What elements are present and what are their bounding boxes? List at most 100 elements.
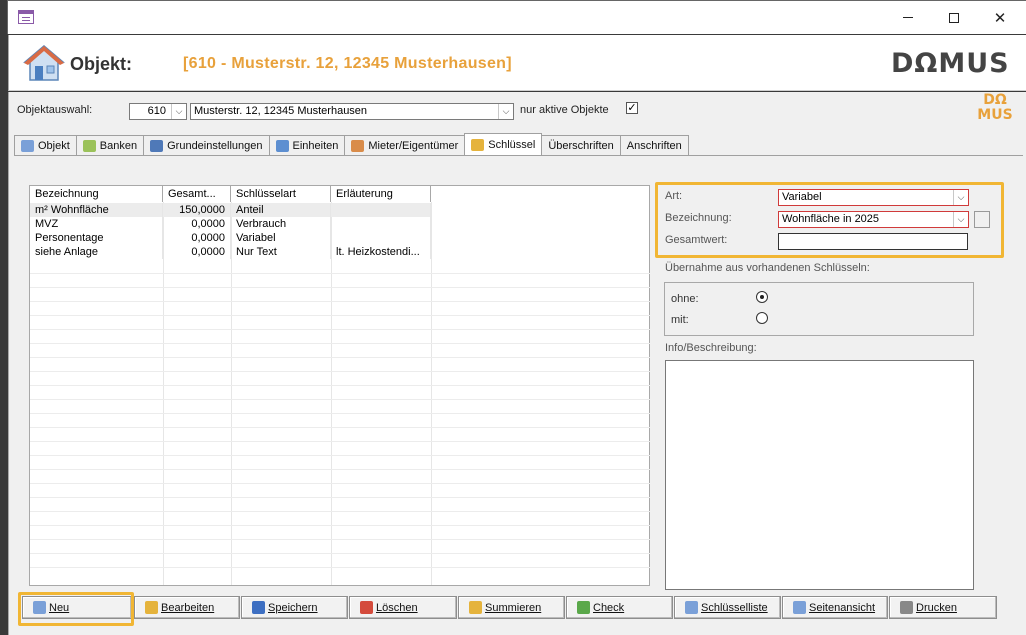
delete-icon xyxy=(360,601,373,614)
tab-objekt[interactable]: Objekt xyxy=(14,135,77,156)
house-icon xyxy=(21,140,34,152)
close-button[interactable]: ✕ xyxy=(977,1,1023,34)
minimize-button[interactable] xyxy=(885,1,931,34)
button-label: Drucken xyxy=(916,601,957,614)
main-area: Objektauswahl: 610 ⌵ Musterstr. 12, 1234… xyxy=(8,92,1026,635)
chevron-down-icon[interactable]: ⌵ xyxy=(953,190,968,205)
table-row[interactable]: Personentage 0,0000 Variabel xyxy=(30,231,431,245)
table-header: Bezeichnung Gesamt... Schlüsselart Erläu… xyxy=(30,186,431,202)
tab-label: Banken xyxy=(99,140,138,152)
table-cell: Personentage xyxy=(30,231,163,245)
bezeichnung-browse-button[interactable] xyxy=(974,211,990,228)
preview-icon xyxy=(793,601,806,614)
maximize-button[interactable] xyxy=(931,1,977,34)
object-address-select[interactable]: Musterstr. 12, 12345 Musterhausen ⌵ xyxy=(190,103,514,120)
save-icon xyxy=(252,601,265,614)
people-icon xyxy=(351,140,365,152)
print-icon xyxy=(900,601,913,614)
chevron-down-icon[interactable]: ⌵ xyxy=(953,212,968,227)
header-object-title: [610 - Musterstr. 12, 12345 Musterhausen… xyxy=(183,55,512,72)
tab-schluessel[interactable]: Schlüssel xyxy=(464,133,543,156)
units-icon xyxy=(275,140,289,152)
mit-radio[interactable] xyxy=(756,312,768,324)
table-cell: 150,0000 xyxy=(163,203,231,217)
small-brand-logo: DΩ MUS xyxy=(975,93,1015,127)
sum-icon xyxy=(469,601,482,614)
uebernahme-label: Übernahme aus vorhandenen Schlüsseln: xyxy=(665,262,870,274)
button-label: Bearbeiten xyxy=(161,601,215,614)
art-select[interactable]: Variabel ⌵ xyxy=(778,189,969,206)
gesamtwert-input[interactable] xyxy=(778,233,968,250)
ohne-label: ohne: xyxy=(671,293,699,305)
object-header: Objekt: [610 - Musterstr. 12, 12345 Must… xyxy=(8,35,1026,91)
table-row[interactable]: siehe Anlage 0,0000 Nur Text lt. Heizkos… xyxy=(30,245,431,259)
gesamtwert-label: Gesamtwert: xyxy=(665,234,728,246)
button-label: Check xyxy=(593,601,625,614)
table-row[interactable]: m² Wohnfläche 150,0000 Anteil xyxy=(30,203,431,217)
art-label: Art: xyxy=(665,190,683,202)
table-cell: Verbrauch xyxy=(231,217,331,231)
house-icon xyxy=(23,45,65,81)
table-cell xyxy=(331,231,431,245)
tab-label: Grundeinstellungen xyxy=(167,140,263,152)
window-titlebar: ✕ xyxy=(7,0,1026,34)
bearbeiten-button[interactable]: Bearbeiten xyxy=(134,596,240,619)
object-number-select[interactable]: 610 ⌵ xyxy=(129,103,187,120)
art-value: Variabel xyxy=(782,191,822,203)
column-header[interactable]: Erläuterung xyxy=(331,186,431,202)
column-header[interactable]: Schlüsselart xyxy=(231,186,331,202)
highlight-frame xyxy=(18,592,134,626)
object-address-value: Musterstr. 12, 12345 Musterhausen xyxy=(194,105,368,117)
button-label: Schlüsselliste xyxy=(701,601,768,614)
info-textarea[interactable] xyxy=(665,360,974,590)
schluesselliste-button[interactable]: Schlüsselliste xyxy=(674,596,781,619)
tab-einheiten[interactable]: Einheiten xyxy=(268,135,346,156)
tab-anschriften[interactable]: Anschriften xyxy=(619,135,689,156)
key-icon xyxy=(471,139,485,151)
small-brand-top: DΩ xyxy=(983,92,1007,108)
bezeichnung-select[interactable]: Wohnfläche in 2025 ⌵ xyxy=(778,211,969,228)
loeschen-button[interactable]: Löschen xyxy=(349,596,457,619)
tab-banken[interactable]: Banken xyxy=(75,135,145,156)
small-brand-bottom: MUS xyxy=(977,107,1013,123)
table-cell: Nur Text xyxy=(231,245,331,259)
key-table[interactable]: Bezeichnung Gesamt... Schlüsselart Erläu… xyxy=(29,185,650,586)
bezeichnung-value: Wohnfläche in 2025 xyxy=(782,213,880,225)
info-label: Info/Beschreibung: xyxy=(665,342,757,354)
ohne-radio[interactable] xyxy=(756,291,768,303)
table-row[interactable]: MVZ 0,0000 Verbrauch xyxy=(30,217,431,231)
speichern-button[interactable]: Speichern xyxy=(241,596,348,619)
drucken-button[interactable]: Drucken xyxy=(889,596,997,619)
table-cell: m² Wohnfläche xyxy=(30,203,163,217)
chevron-down-icon[interactable]: ⌵ xyxy=(498,104,513,119)
tab-label: Schlüssel xyxy=(488,139,536,151)
chevron-down-icon[interactable]: ⌵ xyxy=(171,104,186,119)
mit-label: mit: xyxy=(671,314,689,326)
table-cell: 0,0000 xyxy=(163,217,231,231)
table-cell: MVZ xyxy=(30,217,163,231)
table-cell xyxy=(331,217,431,231)
check-button[interactable]: Check xyxy=(566,596,673,619)
tab-mieter-eigentuemer[interactable]: Mieter/Eigentümer xyxy=(344,135,466,156)
summieren-button[interactable]: Summieren xyxy=(458,596,565,619)
minimize-icon xyxy=(903,17,913,18)
object-number-value: 610 xyxy=(147,105,166,117)
tab-ueberschriften[interactable]: Überschriften xyxy=(541,135,621,156)
tab-label: Mieter/Eigentümer xyxy=(368,140,459,152)
seitenansicht-button[interactable]: Seitenansicht xyxy=(782,596,888,619)
brand-logo: DΩMUS xyxy=(891,48,1010,79)
table-cell: lt. Heizkostendi... xyxy=(331,245,431,259)
button-label: Speichern xyxy=(268,601,318,614)
list-icon xyxy=(685,601,698,614)
column-header[interactable]: Gesamt... xyxy=(163,186,231,202)
button-label: Löschen xyxy=(376,601,418,614)
bezeichnung-label: Bezeichnung: xyxy=(665,212,732,224)
column-header[interactable]: Bezeichnung xyxy=(30,186,163,202)
table-cell: 0,0000 xyxy=(163,245,231,259)
check-icon xyxy=(577,601,590,614)
tab-grundeinstellungen[interactable]: Grundeinstellungen xyxy=(143,135,270,156)
table-cell: Variabel xyxy=(231,231,331,245)
active-only-checkbox[interactable]: ✓ xyxy=(626,102,638,114)
table-cell: Anteil xyxy=(231,203,331,217)
tab-bar: Objekt Banken Grundeinstellungen Einheit… xyxy=(14,133,689,156)
